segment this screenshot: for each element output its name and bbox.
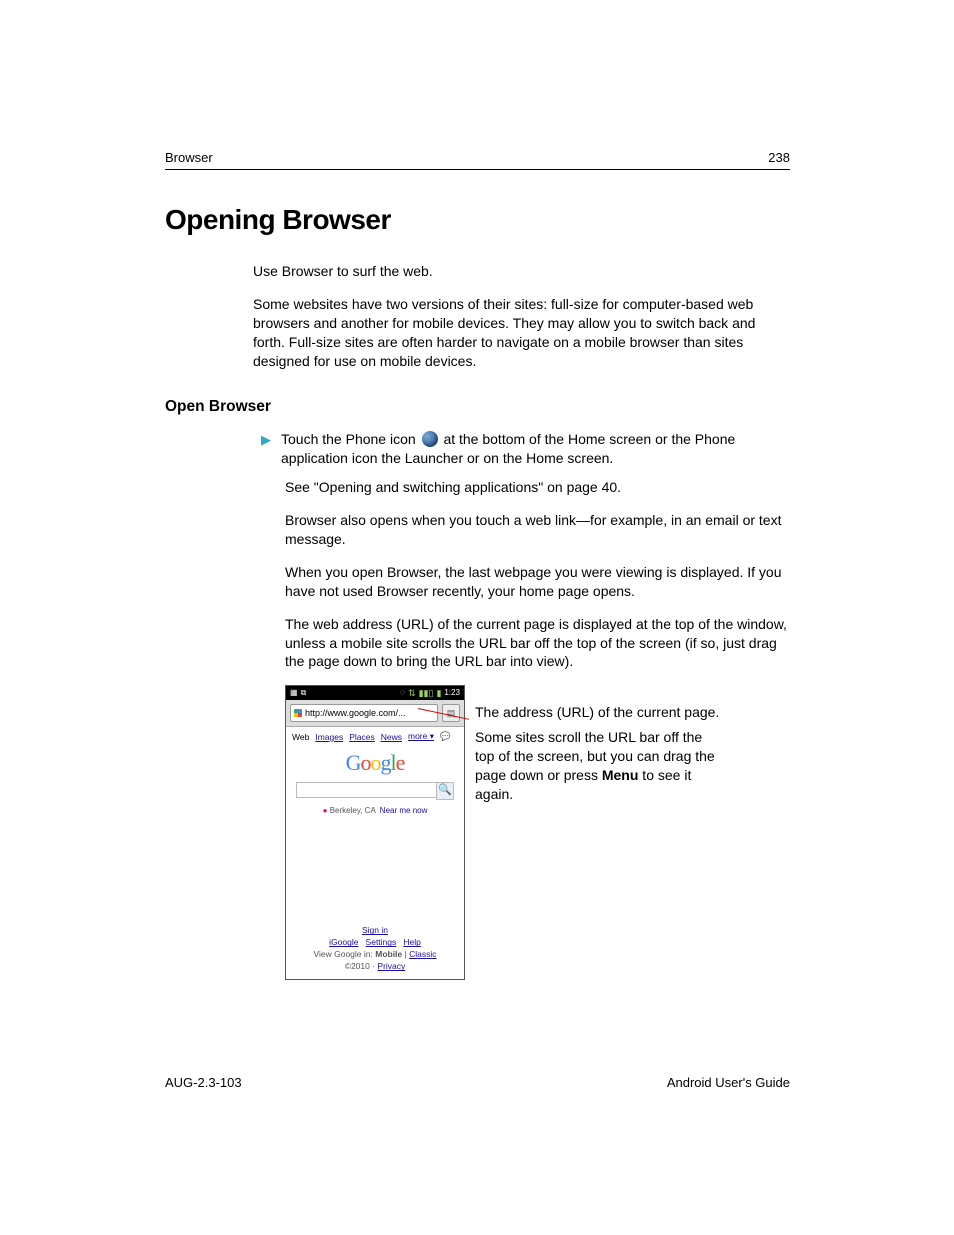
section-title-open-browser: Open Browser — [165, 398, 790, 416]
intro-p2: Some websites have two versions of their… — [253, 295, 790, 371]
viewin-pre: View Google in: — [313, 949, 375, 959]
search-button[interactable]: 🔍 — [436, 782, 454, 800]
page-title: Opening Browser — [165, 204, 790, 236]
search-input[interactable] — [296, 782, 436, 798]
step-text-pre: Touch the Phone icon — [281, 431, 420, 447]
privacy-link[interactable]: Privacy — [377, 961, 405, 971]
nav-more[interactable]: more ▾ — [408, 731, 434, 742]
logo-o2: o — [371, 750, 381, 775]
status-signal-icon: ▮▮▯ — [419, 689, 434, 698]
when-open: When you open Browser, the last webpage … — [285, 563, 790, 601]
nav-images[interactable]: Images — [315, 732, 343, 742]
nav-places[interactable]: Places — [349, 732, 375, 742]
callout-2-bold: Menu — [602, 767, 639, 783]
viewin-mobile: Mobile — [375, 949, 402, 959]
intro-block: Use Browser to surf the web. Some websit… — [253, 262, 790, 370]
url-text: http://www.google.com/... — [305, 708, 406, 718]
status-download-icon: ⧉ — [301, 689, 307, 697]
nav-web[interactable]: Web — [292, 732, 309, 742]
footer-left: AUG-2.3-103 — [165, 1075, 242, 1090]
also-opens: Browser also opens when you touch a web … — [285, 511, 790, 549]
see-reference: See "Opening and switching applications"… — [285, 478, 790, 497]
location-row: ● Berkeley, CA Near me now — [286, 806, 464, 815]
near-me-now[interactable]: Near me now — [380, 806, 428, 815]
logo-o1: o — [361, 750, 371, 775]
google-nav: Web Images Places News more ▾ 💬 — [286, 727, 464, 746]
status-battery-icon: ▮ — [436, 689, 441, 698]
figure-callouts: The address (URL) of the current page. S… — [475, 685, 725, 809]
procedure-step: ▶ Touch the Phone icon at the bottom of … — [261, 430, 790, 468]
status-right: ◌ ⇅ ▮▮▯ ▮ 1:23 — [400, 689, 460, 698]
callout-2: Some sites scroll the URL bar off the to… — [475, 728, 725, 804]
phone-globe-icon — [422, 431, 438, 447]
viewin-classic[interactable]: Classic — [409, 949, 436, 959]
procedure-followup: See "Opening and switching applications"… — [285, 478, 790, 671]
help-link[interactable]: Help — [403, 937, 420, 947]
figure-row: ▦ ⧉ ◌ ⇅ ▮▮▯ ▮ 1:23 http://www.google.com… — [285, 685, 790, 980]
magnifier-icon: 🔍 — [438, 784, 452, 796]
procedure-step-text: Touch the Phone icon at the bottom of th… — [281, 430, 790, 468]
footer-right: Android User's Guide — [667, 1075, 790, 1090]
location-dot-icon: ● — [323, 806, 328, 815]
settings-link[interactable]: Settings — [366, 937, 397, 947]
nav-news[interactable]: News — [381, 732, 402, 742]
url-info: The web address (URL) of the current pag… — [285, 615, 790, 672]
page-footer: AUG-2.3-103 Android User's Guide — [165, 1075, 790, 1090]
copyright-pre: ©2010 · — [345, 961, 378, 971]
triangle-bullet-icon: ▶ — [261, 432, 271, 448]
logo-g1: G — [346, 750, 361, 775]
logo-e: e — [396, 750, 405, 775]
google-search-row: 🔍 — [296, 782, 454, 800]
header-page-number: 238 — [768, 150, 790, 165]
google-footer: Sign in iGoogle Settings Help View Googl… — [286, 925, 464, 979]
sign-in-link[interactable]: Sign in — [362, 925, 388, 935]
page-content: Browser 238 Opening Browser Use Browser … — [165, 150, 790, 980]
status-sim-icon: ▦ — [290, 689, 298, 697]
status-data-icon: ⇅ — [408, 689, 416, 698]
header-section: Browser — [165, 150, 213, 165]
url-input[interactable]: http://www.google.com/... — [290, 704, 438, 722]
logo-g2: g — [381, 750, 391, 775]
running-header: Browser 238 — [165, 150, 790, 170]
favicon-icon — [294, 709, 302, 717]
status-bar: ▦ ⧉ ◌ ⇅ ▮▮▯ ▮ 1:23 — [286, 686, 464, 700]
phone-screenshot: ▦ ⧉ ◌ ⇅ ▮▮▯ ▮ 1:23 http://www.google.com… — [285, 685, 465, 980]
status-sync-icon: ◌ — [400, 689, 405, 697]
google-logo: Google — [286, 750, 464, 776]
igoogle-link[interactable]: iGoogle — [329, 937, 358, 947]
callout-1: The address (URL) of the current page. — [475, 703, 725, 722]
labs-icon[interactable]: 💬 — [440, 731, 451, 742]
intro-p1: Use Browser to surf the web. — [253, 262, 790, 281]
status-left: ▦ ⧉ — [290, 689, 306, 697]
status-clock: 1:23 — [444, 689, 460, 697]
location-city: Berkeley, CA — [330, 806, 376, 815]
